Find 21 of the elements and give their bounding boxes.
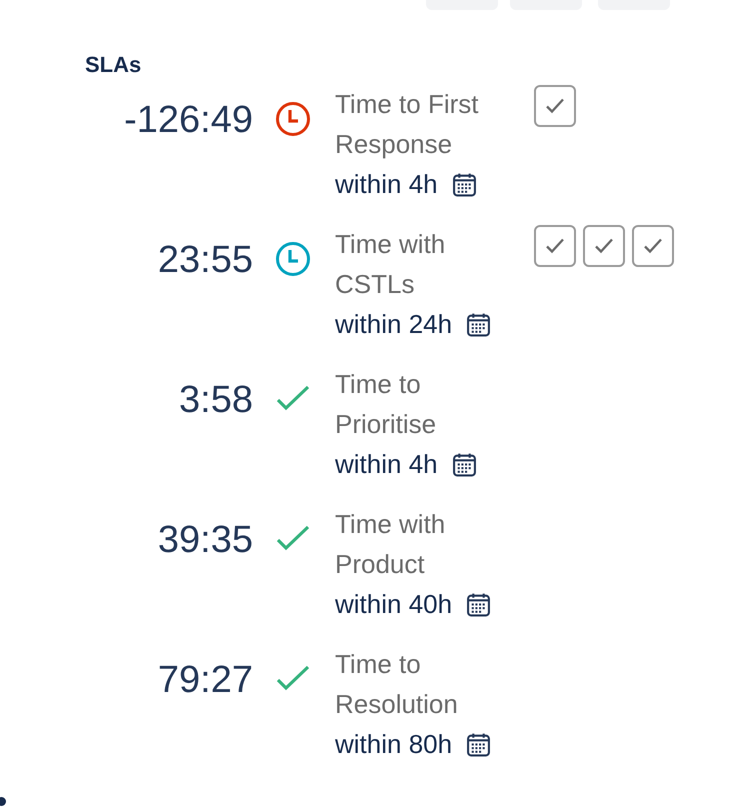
time-remaining: -126:49: [123, 98, 253, 142]
time-remaining: 23:55: [156, 238, 253, 282]
calendar-icon: [452, 172, 477, 196]
sla-goal: within 80h: [335, 728, 452, 761]
sla-goal: within 4h: [335, 168, 438, 201]
sla-goal: within 40h: [335, 588, 452, 621]
time-remaining: 3:58: [178, 378, 253, 422]
calendar-icon: [466, 312, 492, 336]
sla-name: Time to Prioritise: [335, 368, 438, 441]
calendar-icon: [452, 452, 477, 476]
sla-goal: within 4h: [335, 448, 438, 481]
calendar-icon: [466, 732, 492, 756]
time-remaining: 79:27: [156, 658, 253, 702]
sla-name: Time with Product: [335, 508, 446, 581]
sla-goal: within 24h: [335, 308, 452, 341]
calendar-icon: [466, 592, 492, 616]
time-remaining: 39:35: [156, 518, 253, 562]
sla-name: Time with CSTLs: [335, 228, 446, 301]
sla-name: Time to First Response: [335, 88, 480, 161]
section-heading: SLAs: [85, 51, 142, 79]
sla-name: Time to Resolution: [335, 648, 459, 721]
